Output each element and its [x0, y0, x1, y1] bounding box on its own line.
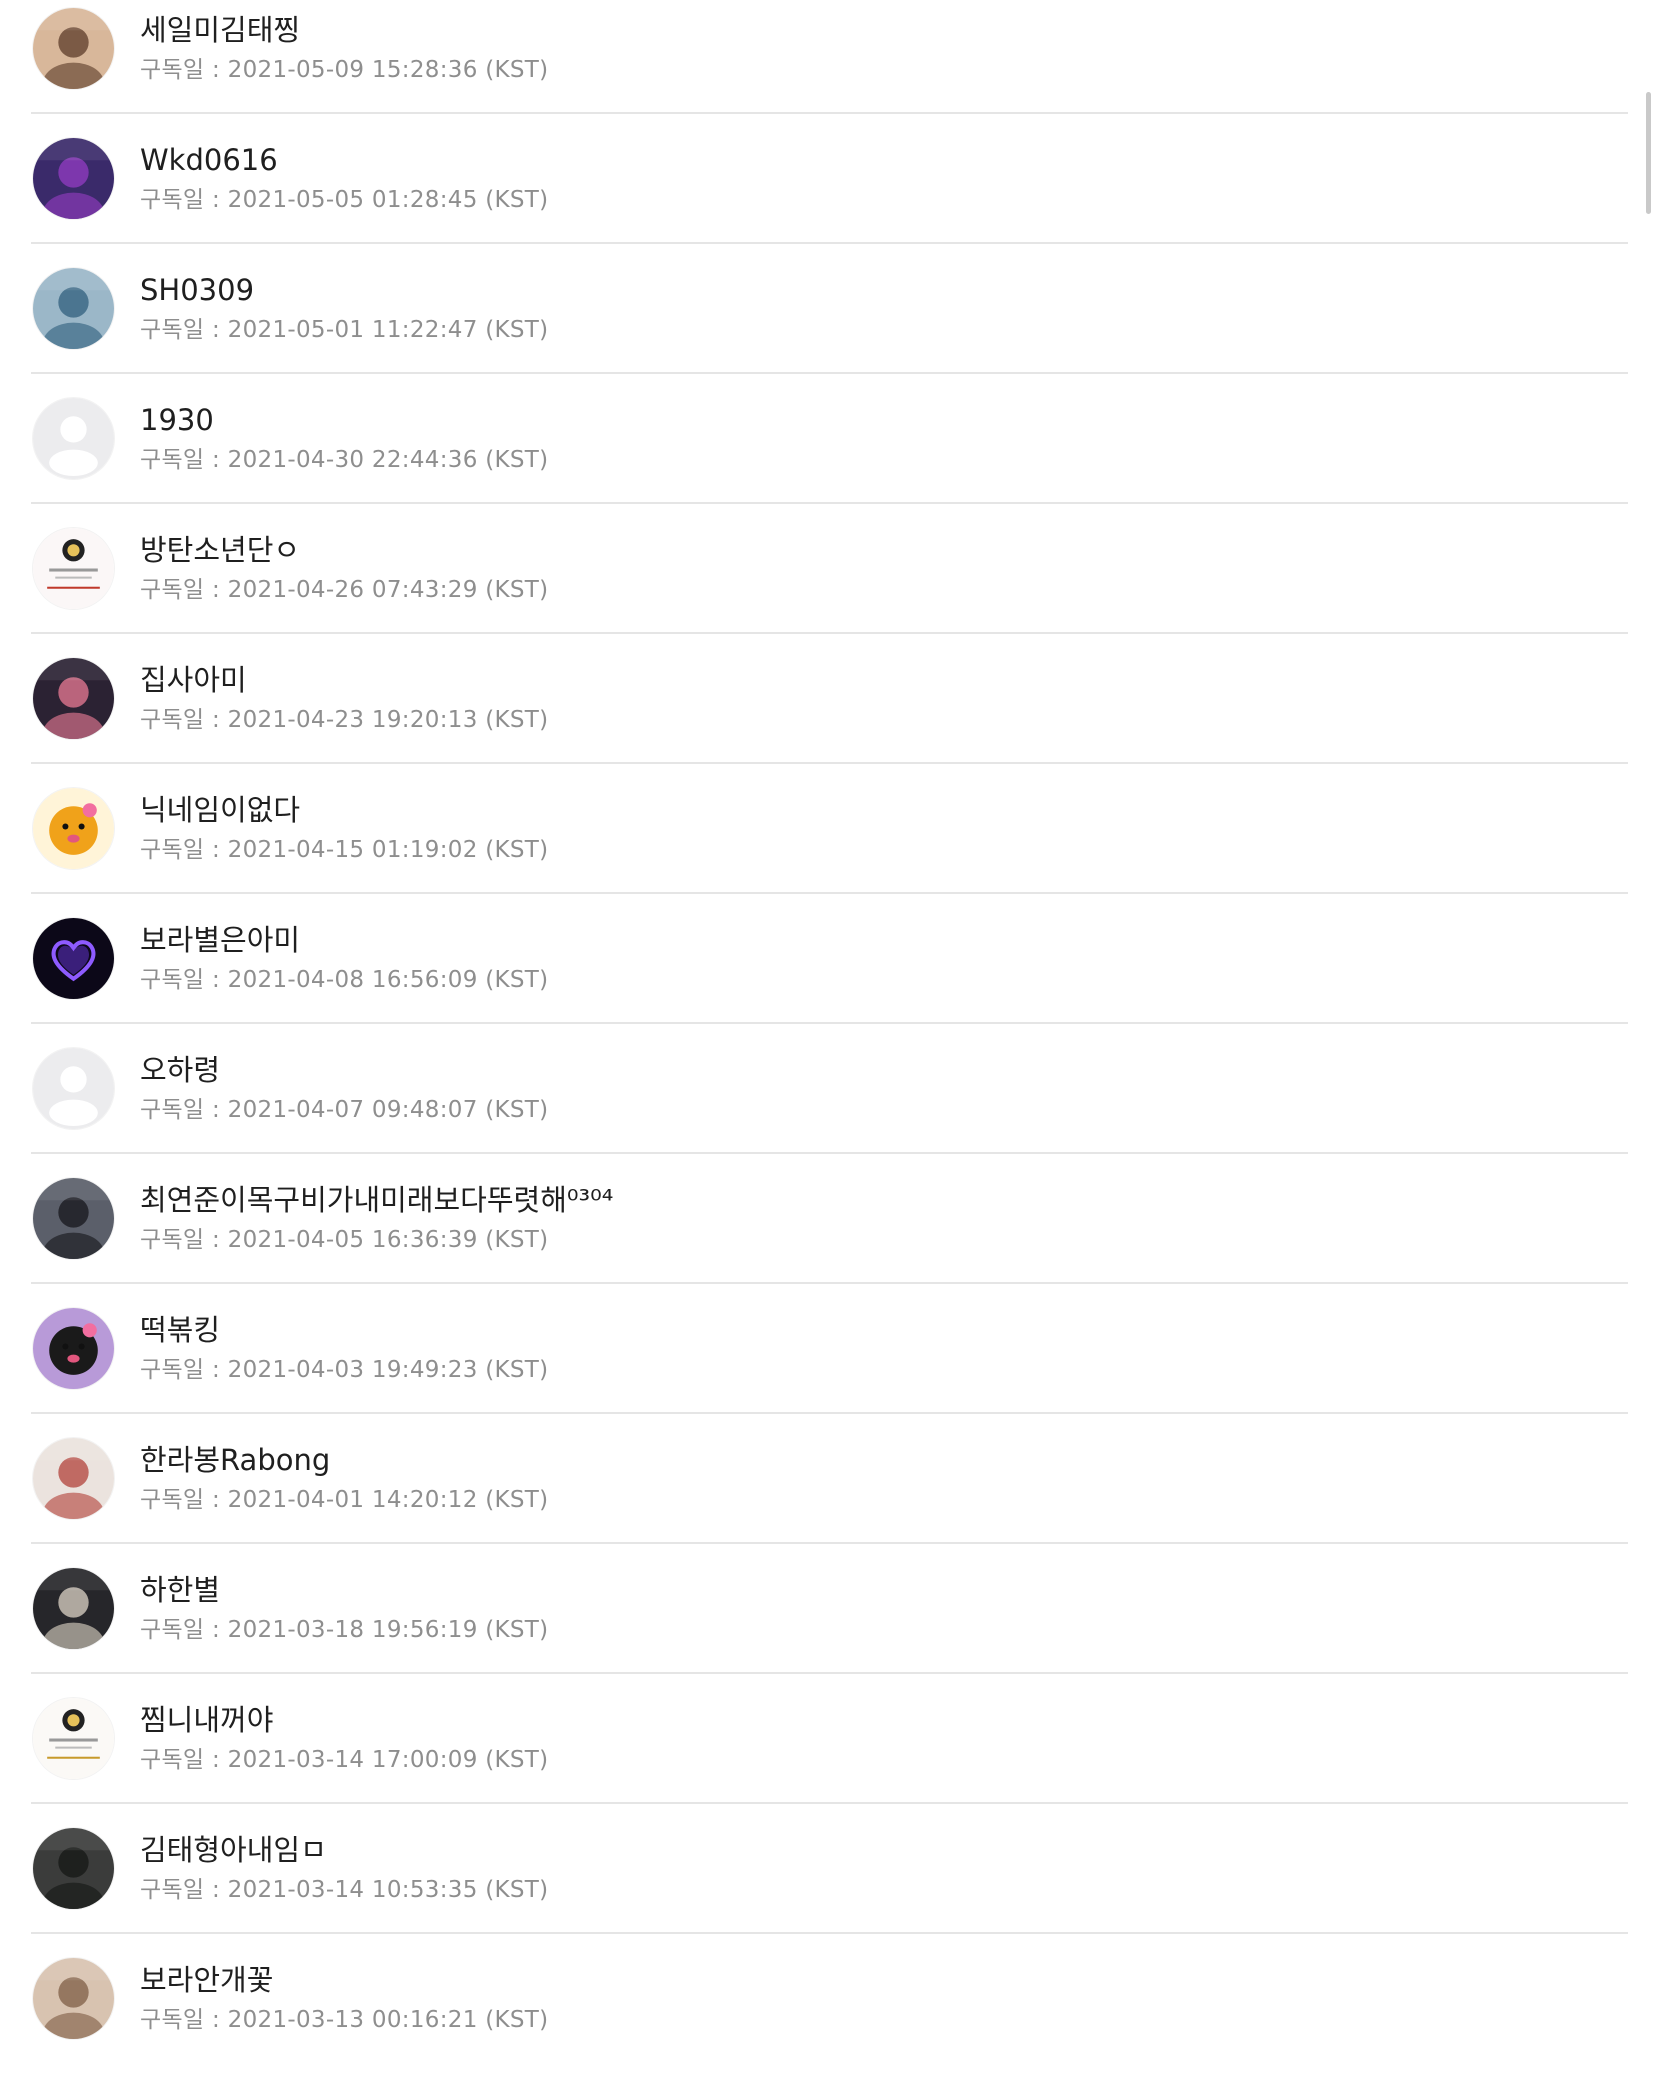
subscriber-name: SH0309 [140, 273, 255, 307]
profile-card-icon [33, 528, 114, 609]
list-item[interactable]: 김태형아내임ㅁ 구독일 : 2021-03-14 10:53:35 (KST) [0, 1820, 1668, 1950]
subscription-date: 구독일 : 2021-03-18 19:56:19 (KST) [140, 1617, 549, 1643]
person-photo-icon [33, 8, 114, 89]
profile-card-icon [33, 1698, 114, 1779]
divider [31, 502, 1628, 504]
avatar[interactable] [33, 8, 114, 89]
subscription-date: 구독일 : 2021-04-08 16:56:09 (KST) [140, 967, 549, 993]
avatar[interactable] [33, 398, 114, 479]
avatar[interactable] [33, 1958, 114, 2039]
subscription-date: 구독일 : 2021-04-05 16:36:39 (KST) [140, 1227, 549, 1253]
person-photo-icon [33, 1178, 114, 1259]
list-item[interactable]: 한라봉Rabong 구독일 : 2021-04-01 14:20:12 (KST) [0, 1430, 1668, 1560]
subscriber-name: 김태형아내임ㅁ [140, 1833, 327, 1867]
divider [31, 1022, 1628, 1024]
avatar[interactable] [33, 918, 114, 999]
subscription-date: 구독일 : 2021-04-23 19:20:13 (KST) [140, 707, 549, 733]
avatar[interactable] [33, 1048, 114, 1129]
avatar[interactable] [33, 1828, 114, 1909]
subscriber-name: 1930 [140, 403, 214, 437]
subscription-date: 구독일 : 2021-05-09 15:28:36 (KST) [140, 57, 549, 83]
avatar[interactable] [33, 1178, 114, 1259]
list-item[interactable]: 방탄소년단ㅇ 구독일 : 2021-04-26 07:43:29 (KST) [0, 520, 1668, 650]
list-item[interactable]: 세일미김태찡구독일 : 2021-05-09 15:28:36 (KST) [0, 0, 1668, 130]
scrollbar[interactable] [1646, 92, 1651, 214]
divider [31, 1932, 1628, 1934]
subscriber-name: 보라안개꽃 [140, 1963, 274, 1997]
subscription-date: 구독일 : 2021-04-15 01:19:02 (KST) [140, 837, 549, 863]
bear-character-icon [33, 788, 114, 869]
divider [31, 762, 1628, 764]
divider [31, 1152, 1628, 1154]
person-photo-icon [33, 1828, 114, 1909]
subscription-date: 구독일 : 2021-04-26 07:43:29 (KST) [140, 577, 549, 603]
divider [31, 242, 1628, 244]
list-item[interactable]: 보라안개꽃구독일 : 2021-03-13 00:16:21 (KST) [0, 1950, 1668, 2080]
subscription-date: 구독일 : 2021-03-14 17:00:09 (KST) [140, 1747, 549, 1773]
subscriber-name: 집사아미 [140, 663, 247, 697]
list-item[interactable]: 보라별은아미구독일 : 2021-04-08 16:56:09 (KST) [0, 910, 1668, 1040]
list-item[interactable]: 집사아미구독일 : 2021-04-23 19:20:13 (KST) [0, 650, 1668, 780]
subscription-date: 구독일 : 2021-03-13 00:16:21 (KST) [140, 2007, 549, 2033]
subscriber-name: 방탄소년단ㅇ [140, 533, 301, 567]
divider [31, 1282, 1628, 1284]
list-item[interactable]: 찜니내꺼야구독일 : 2021-03-14 17:00:09 (KST) [0, 1690, 1668, 1820]
divider [31, 1672, 1628, 1674]
purple-heart-icon [33, 918, 114, 999]
divider [31, 892, 1628, 894]
subscription-date: 구독일 : 2021-04-30 22:44:36 (KST) [140, 447, 549, 473]
list-item[interactable]: Wkd0616 구독일 : 2021-05-05 01:28:45 (KST) [0, 130, 1668, 260]
subscriber-name: 최연준이목구비가내미래보다뚜렷해⁰³⁰⁴ [140, 1183, 614, 1217]
subscriber-name: 한라봉Rabong [140, 1443, 331, 1477]
cat-photo-icon [33, 1958, 114, 2039]
hand-photo-icon [33, 268, 114, 349]
avatar[interactable] [33, 1698, 114, 1779]
divider [31, 1802, 1628, 1804]
list-item[interactable]: 떡볶킹구독일 : 2021-04-03 19:49:23 (KST) [0, 1300, 1668, 1430]
kuromi-character-icon [33, 1308, 114, 1389]
list-item[interactable]: 오하령구독일 : 2021-04-07 09:48:07 (KST) [0, 1040, 1668, 1170]
subscriber-name: 세일미김태찡 [140, 13, 301, 47]
subscription-date: 구독일 : 2021-04-01 14:20:12 (KST) [140, 1487, 549, 1513]
default-profile-icon [33, 398, 114, 479]
subscription-date: 구독일 : 2021-05-01 11:22:47 (KST) [140, 317, 549, 343]
avatar[interactable] [33, 1308, 114, 1389]
divider [31, 1542, 1628, 1544]
divider [31, 372, 1628, 374]
subscriber-name: 오하령 [140, 1053, 221, 1087]
list-item[interactable]: 닉네임이없다구독일 : 2021-04-15 01:19:02 (KST) [0, 780, 1668, 910]
subscriber-name: 하한별 [140, 1573, 221, 1607]
subscription-date: 구독일 : 2021-04-03 19:49:23 (KST) [140, 1357, 549, 1383]
person-photo-icon [33, 1568, 114, 1649]
cat-photo-icon [33, 1438, 114, 1519]
list-item[interactable]: 최연준이목구비가내미래보다뚜렷해⁰³⁰⁴ 구독일 : 2021-04-05 16:… [0, 1170, 1668, 1300]
subscriber-name: 닉네임이없다 [140, 793, 301, 827]
divider [31, 632, 1628, 634]
avatar[interactable] [33, 138, 114, 219]
subscription-date: 구독일 : 2021-03-14 10:53:35 (KST) [140, 1877, 549, 1903]
avatar[interactable] [33, 268, 114, 349]
avatar[interactable] [33, 1568, 114, 1649]
subscriber-name: 찜니내꺼야 [140, 1703, 274, 1737]
avatar[interactable] [33, 1438, 114, 1519]
avatar[interactable] [33, 788, 114, 869]
subscriber-name: Wkd0616 [140, 143, 278, 177]
avatar[interactable] [33, 528, 114, 609]
divider [31, 112, 1628, 114]
divider [31, 1412, 1628, 1414]
subscription-date: 구독일 : 2021-05-05 01:28:45 (KST) [140, 187, 549, 213]
subscriber-name: 떡볶킹 [140, 1313, 221, 1347]
person-photo-icon [33, 658, 114, 739]
list-item[interactable]: 하한별구독일 : 2021-03-18 19:56:19 (KST) [0, 1560, 1668, 1690]
stage-photo-icon [33, 138, 114, 219]
list-item[interactable]: SH0309 구독일 : 2021-05-01 11:22:47 (KST) [0, 260, 1668, 390]
subscriber-name: 보라별은아미 [140, 923, 301, 957]
avatar[interactable] [33, 658, 114, 739]
subscription-date: 구독일 : 2021-04-07 09:48:07 (KST) [140, 1097, 549, 1123]
default-profile-icon [33, 1048, 114, 1129]
list-item[interactable]: 1930 구독일 : 2021-04-30 22:44:36 (KST) [0, 390, 1668, 520]
